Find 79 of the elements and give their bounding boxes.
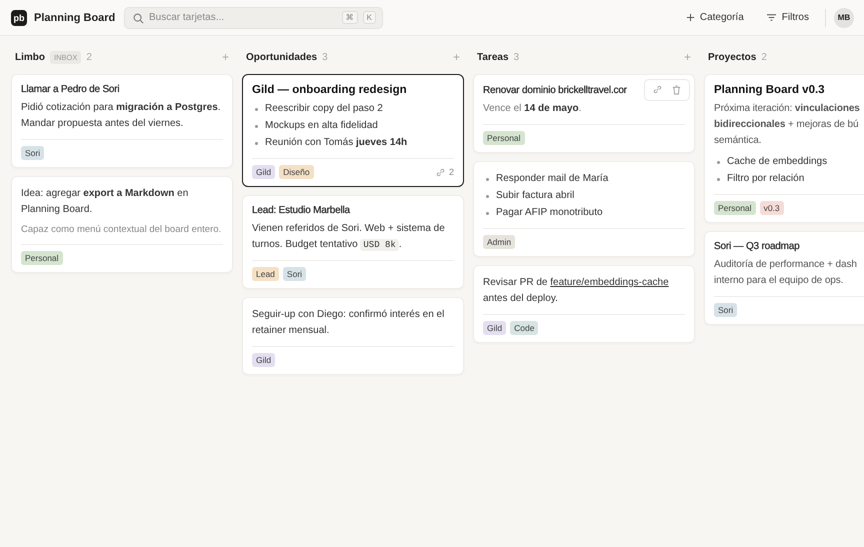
card[interactable]: Idea: agregar export a Markdown en Planning Board. Capaz como menú contextual del board entero. Personal bbox=[11, 176, 233, 273]
trash-icon bbox=[672, 85, 681, 95]
bullet-icon bbox=[255, 124, 258, 128]
tag[interactable]: Sori bbox=[714, 303, 738, 317]
card-title: Lead: Estudio Marbella bbox=[252, 205, 350, 216]
tag[interactable]: Lead bbox=[252, 267, 279, 281]
card-note: Capaz como menú contextual del board entero. bbox=[21, 223, 222, 237]
card-count: 3 bbox=[514, 52, 520, 62]
column-title: Tareas bbox=[477, 52, 509, 62]
filter-button[interactable]: Filtros bbox=[760, 9, 815, 26]
card[interactable]: Llamar a Pedro de Sori Pidió cotización para migración a Postgres. Mandar propuesta antes del viernes. Sori bbox=[11, 74, 233, 168]
add-category-button[interactable]: Categoría bbox=[680, 9, 750, 26]
card-title: Sori — Q3 roadmap bbox=[714, 241, 800, 252]
card-text: Revisar PR de feature/embeddings-cache antes del deploy. bbox=[483, 276, 670, 306]
plus-icon bbox=[686, 13, 695, 22]
tag[interactable]: Gild bbox=[252, 165, 276, 179]
card-count: 2 bbox=[86, 52, 92, 62]
card-title: Gild — onboarding redesign bbox=[252, 84, 407, 96]
tag[interactable]: Code bbox=[510, 321, 538, 335]
bullet-icon bbox=[486, 212, 489, 214]
card-count: 3 bbox=[322, 52, 328, 62]
card-text: semántica. bbox=[714, 134, 762, 148]
card-title: Renovar dominio brickelltravel.cor bbox=[483, 84, 627, 96]
bullet-icon bbox=[486, 178, 489, 180]
tag[interactable]: Personal bbox=[483, 131, 525, 145]
tag[interactable]: Gild bbox=[483, 321, 506, 335]
column-title: Limbo bbox=[15, 52, 45, 62]
bullet-icon bbox=[717, 178, 720, 180]
app-title: Planning Board bbox=[34, 12, 116, 24]
app-logo: pb bbox=[11, 10, 27, 26]
card-text: Próxima iteración: vinculaciones bbox=[714, 102, 861, 116]
tag[interactable]: Personal bbox=[714, 201, 756, 215]
checklist-item: Responder mail de María bbox=[496, 172, 608, 186]
search-icon bbox=[133, 12, 144, 24]
link-count: 2 bbox=[448, 167, 454, 177]
card-text: Idea: agregar export a Markdown en Planning Board. bbox=[21, 187, 190, 217]
checklist-item: Reescribir copy del paso 2 bbox=[265, 102, 383, 116]
tag[interactable]: Sori bbox=[282, 267, 306, 281]
card-title: Llamar a Pedro de Sori bbox=[21, 84, 120, 95]
checklist-item: Reunión con Tomás jueves 14h bbox=[265, 136, 408, 150]
card-text: bidireccionales + mejoras de bú bbox=[714, 118, 860, 132]
card[interactable]: Lead: Estudio Marbella Vienen referidos de Sori. Web + sistema de turnos. Budget tentativo USD 8k . Lead Sori bbox=[242, 195, 464, 289]
checklist-item: Cache de embeddings bbox=[727, 155, 828, 169]
card-title: Planning Board v0.3 bbox=[714, 84, 825, 96]
card[interactable]: Planning Board v0.3 Próxima iteración: vinculaciones bidireccionales + mejoras de bú semántica. Cache de embeddings Filtro por relación Personal v0.3 bbox=[704, 74, 864, 223]
card-text: Vence el 14 de mayo. bbox=[483, 102, 582, 116]
link-icon bbox=[436, 168, 445, 176]
checklist-item: Pagar AFIP monotributo bbox=[496, 206, 603, 220]
link-icon bbox=[653, 85, 662, 94]
card-text: Vienen referidos de Sori. Web + sistema de turnos. Budget tentativo USD 8k . bbox=[252, 222, 446, 253]
tag[interactable]: Admin bbox=[483, 235, 516, 249]
bullet-icon bbox=[255, 142, 258, 144]
checklist-item: Mockups en alta fidelidad bbox=[265, 119, 378, 133]
bullet-icon bbox=[255, 108, 258, 110]
bullet-icon bbox=[717, 160, 720, 164]
tag[interactable]: Diseño bbox=[279, 165, 314, 179]
card[interactable]: Renovar dominio brickelltravel.cor Vence el 14 de mayo. Personal bbox=[473, 74, 695, 153]
tag[interactable]: Personal bbox=[21, 251, 63, 265]
card[interactable]: Sori — Q3 roadmap Auditoría de performance + dash interno para el equipo de ops. Sori bbox=[704, 231, 864, 325]
tag[interactable]: Sori bbox=[21, 146, 44, 160]
user-avatar[interactable]: MB bbox=[834, 8, 854, 28]
tag[interactable]: Gild bbox=[252, 353, 276, 367]
card[interactable]: Revisar PR de feature/embeddings-cache antes del deploy. Gild Code bbox=[473, 265, 695, 343]
card-text: interno para el equipo de ops. bbox=[714, 274, 844, 288]
card[interactable]: Responder mail de María Subir factura abril Pagar AFIP monotributo Admin bbox=[473, 161, 695, 257]
tag[interactable]: v0.3 bbox=[760, 201, 784, 215]
filter-icon bbox=[766, 13, 777, 22]
checklist-item: Filtro por relación bbox=[727, 172, 804, 186]
card-text: Auditoría de performance + dash bbox=[714, 258, 858, 272]
card-text: Pidió cotización para migración a Postgres. Mandar propuesta antes del viernes. bbox=[21, 101, 222, 131]
checklist-item: Subir factura abril bbox=[496, 189, 574, 203]
column-title: Proyectos bbox=[708, 52, 756, 62]
card[interactable]: Seguir-up con Diego: confirmó interés en el retainer mensual. Gild bbox=[242, 297, 464, 375]
card[interactable]: Gild — onboarding redesign Reescribir copy del paso 2 Mockups en alta fidelidad Reunión con Tomás jueves 14h Gild Diseño 2 bbox=[242, 74, 464, 187]
column-title: Oportunidades bbox=[246, 52, 318, 62]
card-count: 2 bbox=[761, 52, 767, 62]
bullet-icon bbox=[486, 194, 489, 198]
branch-link[interactable]: feature/embeddings-cache bbox=[550, 277, 669, 288]
card-text: Seguir-up con Diego: confirmó interés en el retainer mensual. bbox=[252, 308, 446, 338]
